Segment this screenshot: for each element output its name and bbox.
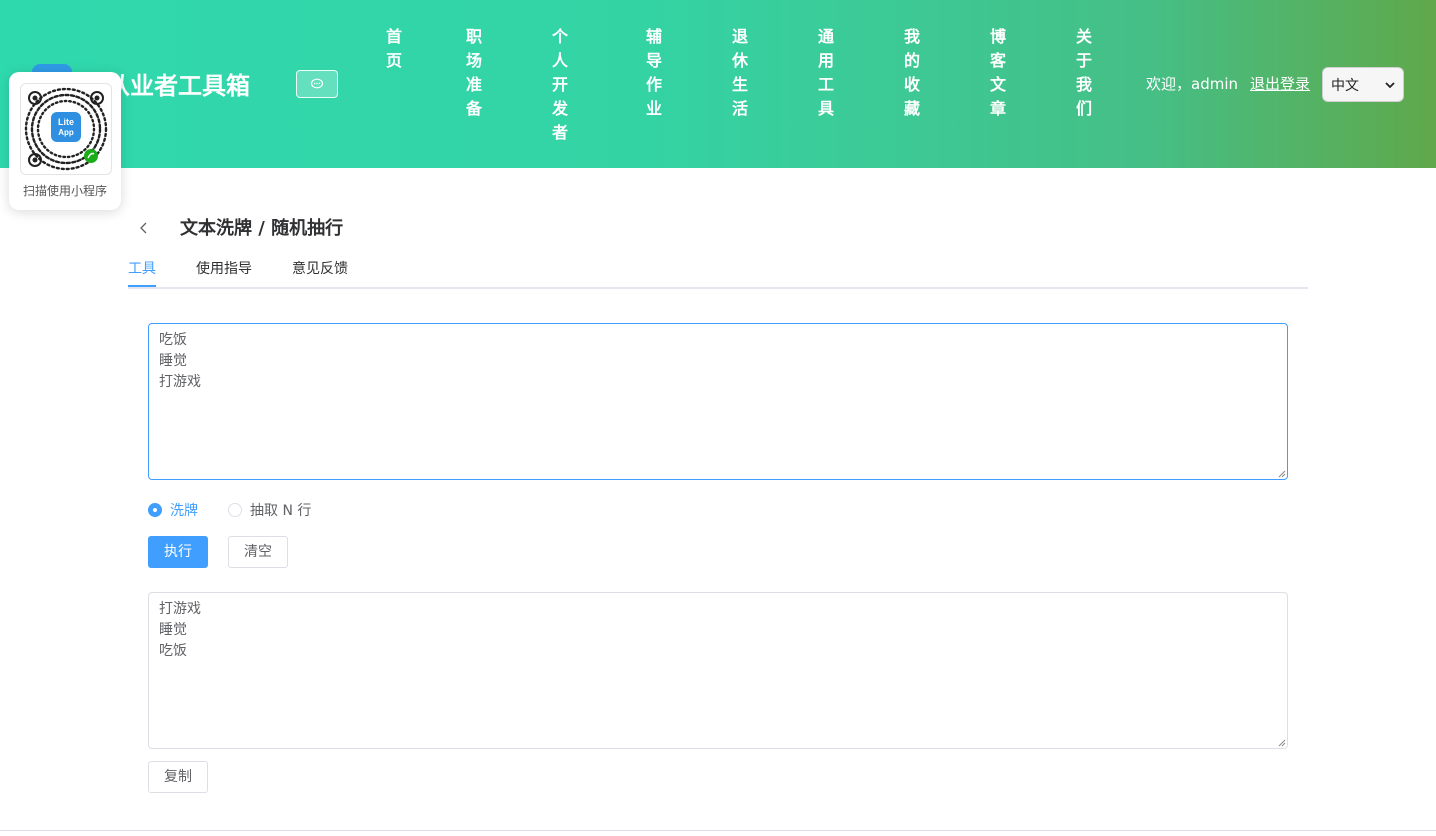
nav-char: 作 [645, 75, 662, 94]
radio-dot [148, 503, 162, 517]
mode-label-pick-n: 抽取 N 行 [250, 503, 312, 519]
nav-char: 我 [1075, 75, 1092, 94]
top-header: 件从业者工具箱 首页职场准备个人开发者辅导作业退休生活通用工具我的收藏博客文章关… [0, 0, 1436, 168]
nav-char: 职 [465, 27, 482, 46]
nav-char: 收 [903, 75, 920, 94]
nav-char: 于 [1075, 51, 1092, 70]
back-arrow-icon[interactable] [136, 218, 152, 238]
input-textarea[interactable]: 吃饭 睡觉 打游戏 [148, 323, 1288, 480]
nav-item-career[interactable]: 职场准备 [462, 25, 486, 121]
nav-char: 关 [1075, 27, 1092, 46]
nav-char: 的 [903, 51, 920, 70]
nav-char: 客 [989, 51, 1006, 70]
nav-char: 场 [465, 51, 482, 70]
nav-char: 导 [645, 51, 662, 70]
nav-char: 休 [731, 51, 748, 70]
nav-char: 生 [731, 75, 748, 94]
chevron-down-icon [1385, 81, 1395, 88]
nav-char: 开 [551, 75, 568, 94]
nav-item-blog[interactable]: 博客文章 [986, 25, 1010, 121]
nav-item-retirement[interactable]: 退休生活 [728, 25, 752, 121]
nav-item-favorites[interactable]: 我的收藏 [900, 25, 924, 121]
qr-caption: 扫描使用小程序 [22, 184, 107, 198]
nav-char: 活 [731, 99, 748, 118]
mode-label-shuffle: 洗牌 [170, 503, 198, 519]
nav-char: 退 [731, 27, 748, 46]
mode-radio-pick-n[interactable]: 抽取 N 行 [228, 500, 311, 520]
nav-char: 用 [817, 51, 834, 70]
nav-item-home[interactable]: 首页 [382, 25, 406, 73]
mini-program-card[interactable]: Lite App 扫描使用小程序 [9, 72, 121, 210]
nav-char: 们 [1075, 99, 1092, 118]
run-button[interactable]: 执行 [148, 536, 208, 568]
clear-button[interactable]: 清空 [228, 536, 288, 568]
nav-char: 我 [903, 27, 920, 46]
qr-logo-line2: App [58, 128, 74, 137]
nav-item-general-tools[interactable]: 通用工具 [814, 25, 838, 121]
nav-char: 备 [465, 99, 482, 118]
tab-tool[interactable]: 工具 [128, 259, 156, 279]
nav-char: 藏 [903, 99, 920, 118]
qr-logo-line1: Lite [58, 117, 74, 127]
qr-code-icon: Lite App [24, 87, 108, 171]
nav-item-indie-dev[interactable]: 个人开发者 [548, 25, 572, 145]
nav-item-homework[interactable]: 辅导作业 [642, 25, 666, 121]
nav-char: 页 [385, 51, 402, 70]
active-tab-indicator [128, 285, 156, 287]
chat-button[interactable] [296, 70, 338, 98]
nav-char: 具 [817, 99, 834, 118]
footer-divider [0, 830, 1436, 831]
tab-feedback[interactable]: 意见反馈 [292, 259, 348, 279]
nav-char: 个 [551, 27, 568, 46]
radio-dot [228, 503, 242, 517]
nav-char: 业 [645, 99, 662, 118]
copy-button[interactable]: 复制 [148, 761, 208, 793]
nav-item-about[interactable]: 关于我们 [1072, 25, 1096, 121]
nav-char: 通 [817, 27, 834, 46]
nav-char: 辅 [645, 27, 662, 46]
language-select[interactable]: 中文 [1322, 67, 1404, 102]
input-resize-handle[interactable] [1278, 470, 1286, 478]
output-resize-handle[interactable] [1278, 739, 1286, 747]
nav-char: 首 [385, 27, 402, 46]
language-value: 中文 [1331, 77, 1359, 94]
chat-bubble-icon [310, 78, 324, 89]
nav-char: 博 [989, 27, 1006, 46]
output-textarea[interactable]: 打游戏 睡觉 吃饭 [148, 592, 1288, 749]
nav-char: 准 [465, 75, 482, 94]
welcome-text: 欢迎，admin [1146, 75, 1238, 93]
nav-char: 者 [551, 123, 568, 142]
mode-radio-shuffle[interactable]: 洗牌 [148, 500, 198, 520]
nav-char: 章 [989, 99, 1006, 118]
nav-char: 文 [989, 75, 1006, 94]
nav-char: 人 [551, 51, 568, 70]
tab-guide[interactable]: 使用指导 [196, 259, 252, 279]
nav-char: 发 [551, 99, 568, 118]
logout-link[interactable]: 退出登录 [1250, 74, 1310, 94]
page-title: 文本洗牌 / 随机抽行 [180, 218, 344, 239]
qr-code: Lite App [20, 83, 112, 175]
tab-bar: 工具 使用指导 意见反馈 [128, 255, 1308, 289]
nav-char: 工 [817, 75, 834, 94]
